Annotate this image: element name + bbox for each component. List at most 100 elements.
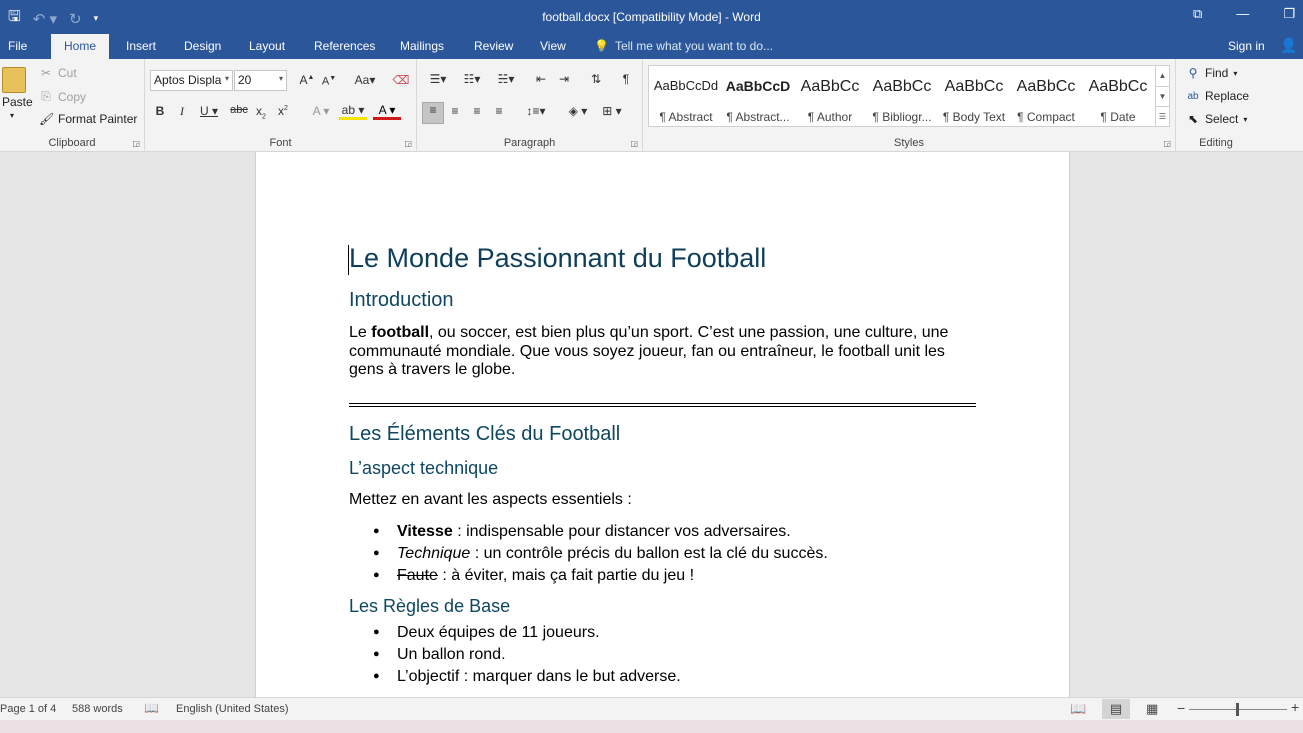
list-item[interactable]: Vitesse : indispensable pour distancer v… xyxy=(349,523,949,545)
select-label: Select xyxy=(1205,112,1239,126)
style-preview: AaBbCc xyxy=(944,78,1004,95)
borders-icon[interactable]: ⊞ ▾ xyxy=(597,104,627,118)
tab-references[interactable]: References xyxy=(314,39,375,53)
tell-me-text: Tell me what you want to do... xyxy=(614,39,774,53)
underline-icon[interactable]: U ▾ xyxy=(194,104,224,118)
italic-icon[interactable]: I xyxy=(172,104,192,119)
word-count[interactable]: 588 words xyxy=(72,703,123,715)
language-indicator[interactable]: English (United States) xyxy=(176,703,289,715)
styles-group-label: Styles xyxy=(894,137,924,149)
dialog-launcher-icon[interactable]: ◲ xyxy=(1163,139,1171,148)
tab-view[interactable]: View xyxy=(540,39,566,53)
intro-paragraph[interactable]: Le football, ou soccer, est bien plus qu… xyxy=(349,324,959,380)
strikethrough-icon[interactable]: abc xyxy=(229,104,249,116)
style-date[interactable]: AaBbCc ¶ Date xyxy=(1082,66,1154,126)
heading-rules[interactable]: Les Règles de Base xyxy=(349,596,510,617)
line-spacing-icon[interactable]: ↕≡▾ xyxy=(521,104,551,118)
style-abstract[interactable]: AaBbCcDd ¶ Abstract xyxy=(650,66,722,126)
paste-button[interactable]: Paste ▾ xyxy=(2,67,33,120)
ribbon-display-options-icon[interactable]: ⧉ xyxy=(1193,6,1202,22)
list-item[interactable]: Technique : un contrôle précis du ballon… xyxy=(349,545,949,567)
tab-mailings[interactable]: Mailings xyxy=(400,39,444,53)
select-button[interactable]: ⬉ Select ▾ xyxy=(1186,112,1247,126)
style-compact[interactable]: AaBbCc ¶ Compact xyxy=(1010,66,1082,126)
font-color-icon[interactable]: A ▾ xyxy=(373,103,401,120)
tab-home[interactable]: Home xyxy=(51,34,110,59)
dialog-launcher-icon[interactable]: ◲ xyxy=(404,139,412,148)
page-count[interactable]: Page 1 of 4 xyxy=(0,703,56,715)
bullets-icon[interactable]: ☰▾ xyxy=(423,72,453,86)
subscript-icon[interactable]: x2 xyxy=(251,104,271,120)
more-styles-icon[interactable]: ☰ xyxy=(1156,106,1169,125)
document-title[interactable]: Le Monde Passionnant du Football xyxy=(349,243,766,274)
decrease-indent-icon[interactable]: ⇤ xyxy=(531,72,551,86)
align-left-icon[interactable]: ≡ xyxy=(422,102,444,124)
bold-icon[interactable]: B xyxy=(150,104,170,118)
minimize-icon[interactable]: — xyxy=(1236,6,1249,22)
heading-elements[interactable]: Les Éléments Clés du Football xyxy=(349,423,620,446)
tab-file[interactable]: File xyxy=(8,39,27,53)
increase-indent-icon[interactable]: ⇥ xyxy=(554,72,574,86)
list-item[interactable]: L’objectif : marquer dans le but adverse… xyxy=(349,668,949,690)
sign-in-link[interactable]: Sign in xyxy=(1228,39,1265,53)
clipboard-group: Paste ▾ ✂ Cut ⎘ Copy 🖌 Format Painter Cl… xyxy=(0,59,145,152)
font-name-select[interactable]: Aptos Displa ▾ xyxy=(150,70,233,91)
zoom-in-icon[interactable]: + xyxy=(1291,699,1299,715)
list-item[interactable]: Un ballon rond. xyxy=(349,646,949,668)
scroll-up-icon[interactable]: ▲ xyxy=(1156,66,1169,86)
chevron-down-icon: ▾ xyxy=(1233,68,1238,78)
dialog-launcher-icon[interactable]: ◲ xyxy=(132,139,140,148)
copy-button[interactable]: ⎘ Copy xyxy=(39,89,86,104)
read-mode-icon[interactable]: 📖 xyxy=(1070,701,1086,717)
grow-font-icon[interactable]: A▲ xyxy=(297,73,317,87)
change-case-icon[interactable]: Aa▾ xyxy=(349,73,381,87)
share-icon[interactable]: 👤 xyxy=(1280,37,1297,54)
style-abstract-title[interactable]: AaBbCcD ¶ Abstract... xyxy=(722,66,794,126)
text-effects-icon[interactable]: A ▾ xyxy=(307,104,335,118)
tab-design[interactable]: Design xyxy=(184,39,221,53)
numbering-icon[interactable]: ☷▾ xyxy=(457,72,487,86)
font-size-select[interactable]: 20 ▾ xyxy=(234,70,287,91)
window-controls: ⧉ — ❐ xyxy=(1193,6,1295,22)
web-layout-icon[interactable]: ▦ xyxy=(1146,701,1158,717)
style-body-text[interactable]: AaBbCc ¶ Body Text xyxy=(938,66,1010,126)
tell-me-box[interactable]: 💡 Tell me what you want to do... xyxy=(594,39,773,53)
highlight-icon[interactable]: ab ▾ xyxy=(339,103,367,120)
style-author[interactable]: AaBbCc ¶ Author xyxy=(794,66,866,126)
shrink-font-icon[interactable]: A▼ xyxy=(319,75,339,88)
pilcrow-icon[interactable]: ¶ xyxy=(616,72,636,86)
zoom-slider-thumb[interactable] xyxy=(1236,703,1239,716)
justify-icon[interactable]: ≡ xyxy=(489,104,509,118)
sort-icon[interactable]: ⇅ xyxy=(586,72,606,86)
multilevel-list-icon[interactable]: ☵▾ xyxy=(491,72,521,86)
print-layout-icon[interactable]: ▤ xyxy=(1102,699,1130,719)
restore-icon[interactable]: ❐ xyxy=(1283,6,1295,22)
format-painter-button[interactable]: 🖌 Format Painter xyxy=(39,112,137,126)
cut-button[interactable]: ✂ Cut xyxy=(39,66,77,80)
zoom-out-icon[interactable]: − xyxy=(1177,700,1185,716)
chevron-down-icon: ▾ xyxy=(1243,114,1248,124)
superscript-icon[interactable]: x2 xyxy=(273,104,293,118)
heading-introduction[interactable]: Introduction xyxy=(349,289,454,312)
dialog-launcher-icon[interactable]: ◲ xyxy=(630,139,638,148)
chevron-down-icon: ▾ xyxy=(224,74,229,83)
tab-review[interactable]: Review xyxy=(474,39,513,53)
list-item[interactable]: Faute : à éviter, mais ça fait partie du… xyxy=(349,567,949,589)
replace-button[interactable]: ab Replace xyxy=(1186,89,1249,103)
proofing-icon[interactable]: 📖 xyxy=(144,701,159,715)
ribbon-tabs: File Home Insert Design Layout Reference… xyxy=(0,34,1303,59)
technique-intro[interactable]: Mettez en avant les aspects essentiels : xyxy=(349,491,959,510)
shading-icon[interactable]: ◈ ▾ xyxy=(563,104,593,118)
document-page[interactable]: Le Monde Passionnant du Football Introdu… xyxy=(255,152,1070,697)
align-center-icon[interactable]: ≡ xyxy=(445,104,465,118)
tab-insert[interactable]: Insert xyxy=(126,39,156,53)
align-right-icon[interactable]: ≡ xyxy=(467,104,487,118)
list-item-term: Faute xyxy=(397,567,438,584)
tab-layout[interactable]: Layout xyxy=(249,39,285,53)
list-item[interactable]: Deux équipes de 11 joueurs. xyxy=(349,624,949,646)
heading-technique[interactable]: L’aspect technique xyxy=(349,458,498,479)
style-bibliography[interactable]: AaBbCc ¶ Bibliogr... xyxy=(866,66,938,126)
scroll-down-icon[interactable]: ▼ xyxy=(1156,86,1169,106)
find-button[interactable]: ⚲ Find ▾ xyxy=(1186,66,1238,80)
clear-formatting-icon[interactable]: ⌫ xyxy=(391,73,411,87)
